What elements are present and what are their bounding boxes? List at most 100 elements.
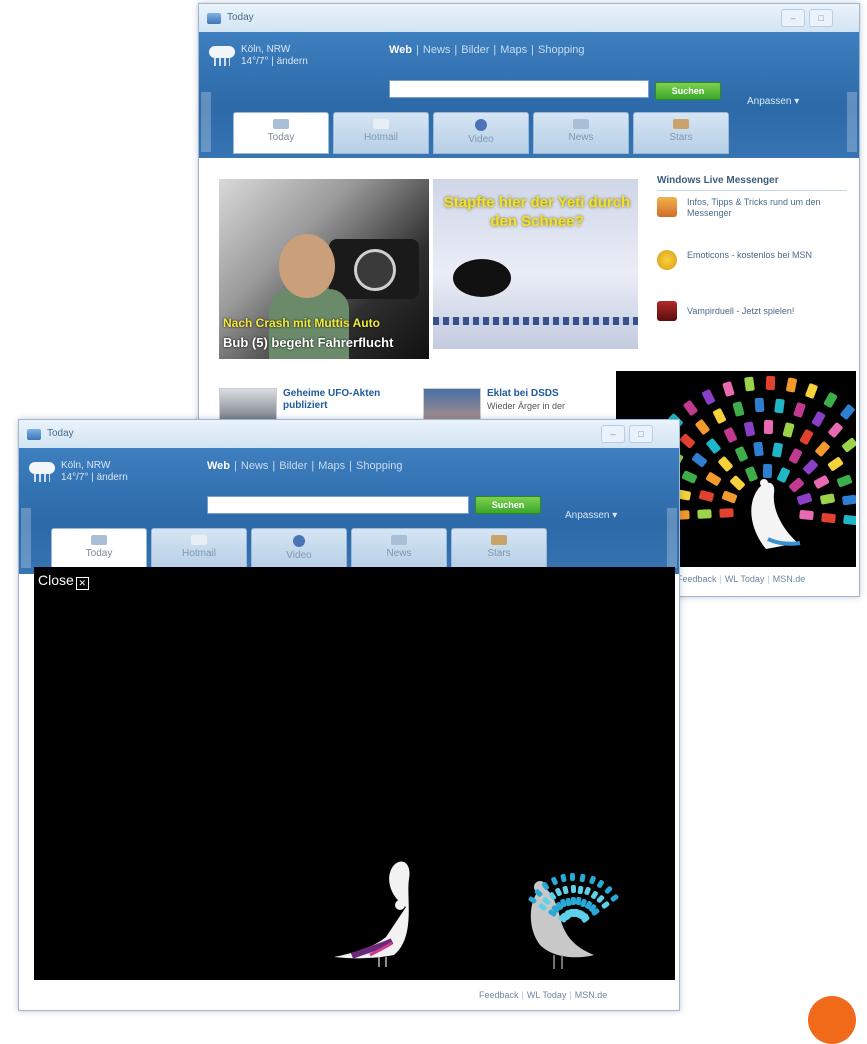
- tab-scroll-left[interactable]: [201, 92, 211, 152]
- video-icon: [475, 119, 487, 131]
- tab-today[interactable]: Today: [233, 112, 329, 154]
- fan-feather: [596, 879, 605, 890]
- search-input[interactable]: [389, 80, 649, 98]
- fan-feather: [555, 887, 563, 897]
- tab-video[interactable]: Video: [251, 528, 347, 570]
- footprint-image: [453, 259, 511, 297]
- stars-icon: [673, 119, 689, 129]
- window-title: Today: [227, 12, 254, 23]
- title-bar: Today – □: [19, 420, 679, 449]
- tab-news[interactable]: News: [533, 112, 629, 154]
- tab-hotmail[interactable]: Hotmail: [151, 528, 247, 570]
- source-shopping[interactable]: Shopping: [356, 460, 403, 472]
- footer-wltoday-link[interactable]: WL Today: [527, 990, 567, 1000]
- source-shopping[interactable]: Shopping: [538, 44, 585, 56]
- customize-link[interactable]: Anpassen ▾: [747, 96, 799, 107]
- weather-info[interactable]: Köln, NRW 14°/7° | ändern: [241, 44, 308, 68]
- messenger-item[interactable]: Emoticons - kostenlos bei MSN: [657, 250, 847, 280]
- source-maps[interactable]: Maps: [318, 460, 345, 472]
- footer-links: Feedback | WL Today | MSN.de: [479, 990, 608, 1000]
- tab-news[interactable]: News: [351, 528, 447, 570]
- news-title[interactable]: Geheime UFO-Akten publiziert: [283, 388, 403, 412]
- header-bar: Köln, NRW 14°/7° | ändern Web | News | Bilde…: [199, 32, 859, 158]
- tab-scroll-left[interactable]: [21, 508, 31, 568]
- location-label: Köln, NRW: [61, 460, 111, 471]
- search-button[interactable]: Suchen: [475, 496, 541, 514]
- hero-image-car-child[interactable]: Nach Crash mit Muttis Auto Bub (5) begeh…: [219, 179, 429, 359]
- weather-cloud-icon: [209, 46, 235, 66]
- video-icon: [293, 535, 305, 547]
- fan-feather: [600, 900, 610, 910]
- search-source-bar: Web | News | Bilder | Maps | Shopping: [389, 44, 585, 56]
- tab-scroll-right[interactable]: [667, 508, 677, 568]
- source-news[interactable]: News: [423, 44, 451, 56]
- hero-caption-line1: Nach Crash mit Muttis Auto: [223, 316, 380, 330]
- messenger-house-icon: [657, 197, 677, 217]
- tab-hotmail[interactable]: Hotmail: [333, 112, 429, 154]
- emoticon-icon: [657, 250, 677, 270]
- fan-feather: [570, 872, 576, 882]
- fan-tile: [842, 514, 856, 526]
- tab-video[interactable]: Video: [433, 112, 529, 154]
- footer-wltoday-link[interactable]: WL Today: [725, 574, 765, 584]
- footer-msn-link[interactable]: MSN.de: [575, 990, 608, 1000]
- fan-feather: [603, 885, 614, 895]
- peacock-fan: [34, 567, 675, 980]
- source-web[interactable]: Web: [207, 460, 230, 472]
- temperature-label: 14°/7° | ändern: [241, 56, 308, 67]
- source-web[interactable]: Web: [389, 44, 412, 56]
- footer-links: Feedback | WL Today | MSN.de: [677, 574, 806, 584]
- fan-feather: [579, 873, 586, 883]
- fan-feather: [541, 881, 550, 891]
- close-window-button[interactable]: □: [629, 425, 653, 443]
- stars-icon: [491, 535, 507, 545]
- app-icon: [207, 13, 221, 24]
- source-images[interactable]: Bilder: [279, 460, 307, 472]
- news-icon: [391, 535, 407, 545]
- footer-feedback-link[interactable]: Feedback: [677, 574, 717, 584]
- fan-feather: [533, 887, 543, 898]
- home-icon: [91, 535, 107, 545]
- expanded-ad-overlay[interactable]: Close ✕: [34, 567, 675, 980]
- source-maps[interactable]: Maps: [500, 44, 527, 56]
- news-title[interactable]: Eklat bei DSDS: [487, 388, 607, 400]
- source-news[interactable]: News: [241, 460, 269, 472]
- vampire-game-icon: [657, 301, 677, 321]
- search-button[interactable]: Suchen: [655, 82, 721, 100]
- fan-tile: [719, 508, 734, 518]
- fan-tile: [762, 463, 773, 479]
- source-images[interactable]: Bilder: [461, 44, 489, 56]
- fan-feather: [577, 885, 584, 894]
- news-subtitle: Wieder Ärger in der: [487, 401, 566, 411]
- messenger-item[interactable]: Vampirduell - Jetzt spielen!: [657, 301, 847, 331]
- app-icon: [27, 429, 41, 440]
- search-source-bar: Web | News | Bilder | Maps | Shopping: [207, 460, 403, 472]
- customize-link[interactable]: Anpassen ▾: [565, 510, 617, 521]
- fan-feather: [610, 893, 620, 902]
- tab-stars[interactable]: Stars: [633, 112, 729, 154]
- fan-tile: [820, 512, 836, 523]
- minimize-button[interactable]: –: [781, 9, 805, 27]
- footer-msn-link[interactable]: MSN.de: [773, 574, 806, 584]
- messenger-item[interactable]: Infos, Tipps & Tricks rund um den Messen…: [657, 197, 847, 227]
- close-window-button[interactable]: □: [809, 9, 833, 27]
- title-bar: Today – □: [199, 4, 859, 33]
- fan-tile: [765, 375, 775, 391]
- tab-scroll-right[interactable]: [847, 92, 857, 152]
- yeti-caption: Stapfte hier der Yeti durch den Schnee?: [443, 194, 631, 230]
- tab-today[interactable]: Today: [51, 528, 147, 570]
- fan-tile: [798, 510, 814, 521]
- search-input[interactable]: [207, 496, 469, 514]
- news-icon: [573, 119, 589, 129]
- minimize-button[interactable]: –: [601, 425, 625, 443]
- home-icon: [273, 119, 289, 129]
- fan-tile: [697, 509, 712, 519]
- hero-image-yeti[interactable]: Stapfte hier der Yeti durch den Schnee?: [433, 179, 638, 349]
- fan-feather: [550, 876, 558, 887]
- tab-stars[interactable]: Stars: [451, 528, 547, 570]
- footer-feedback-link[interactable]: Feedback: [479, 990, 519, 1000]
- temperature-label: 14°/7° | ändern: [61, 472, 128, 483]
- fan-feather: [570, 884, 576, 894]
- orange-circle-badge: [808, 996, 856, 1044]
- weather-info[interactable]: Köln, NRW 14°/7° | ändern: [61, 460, 128, 484]
